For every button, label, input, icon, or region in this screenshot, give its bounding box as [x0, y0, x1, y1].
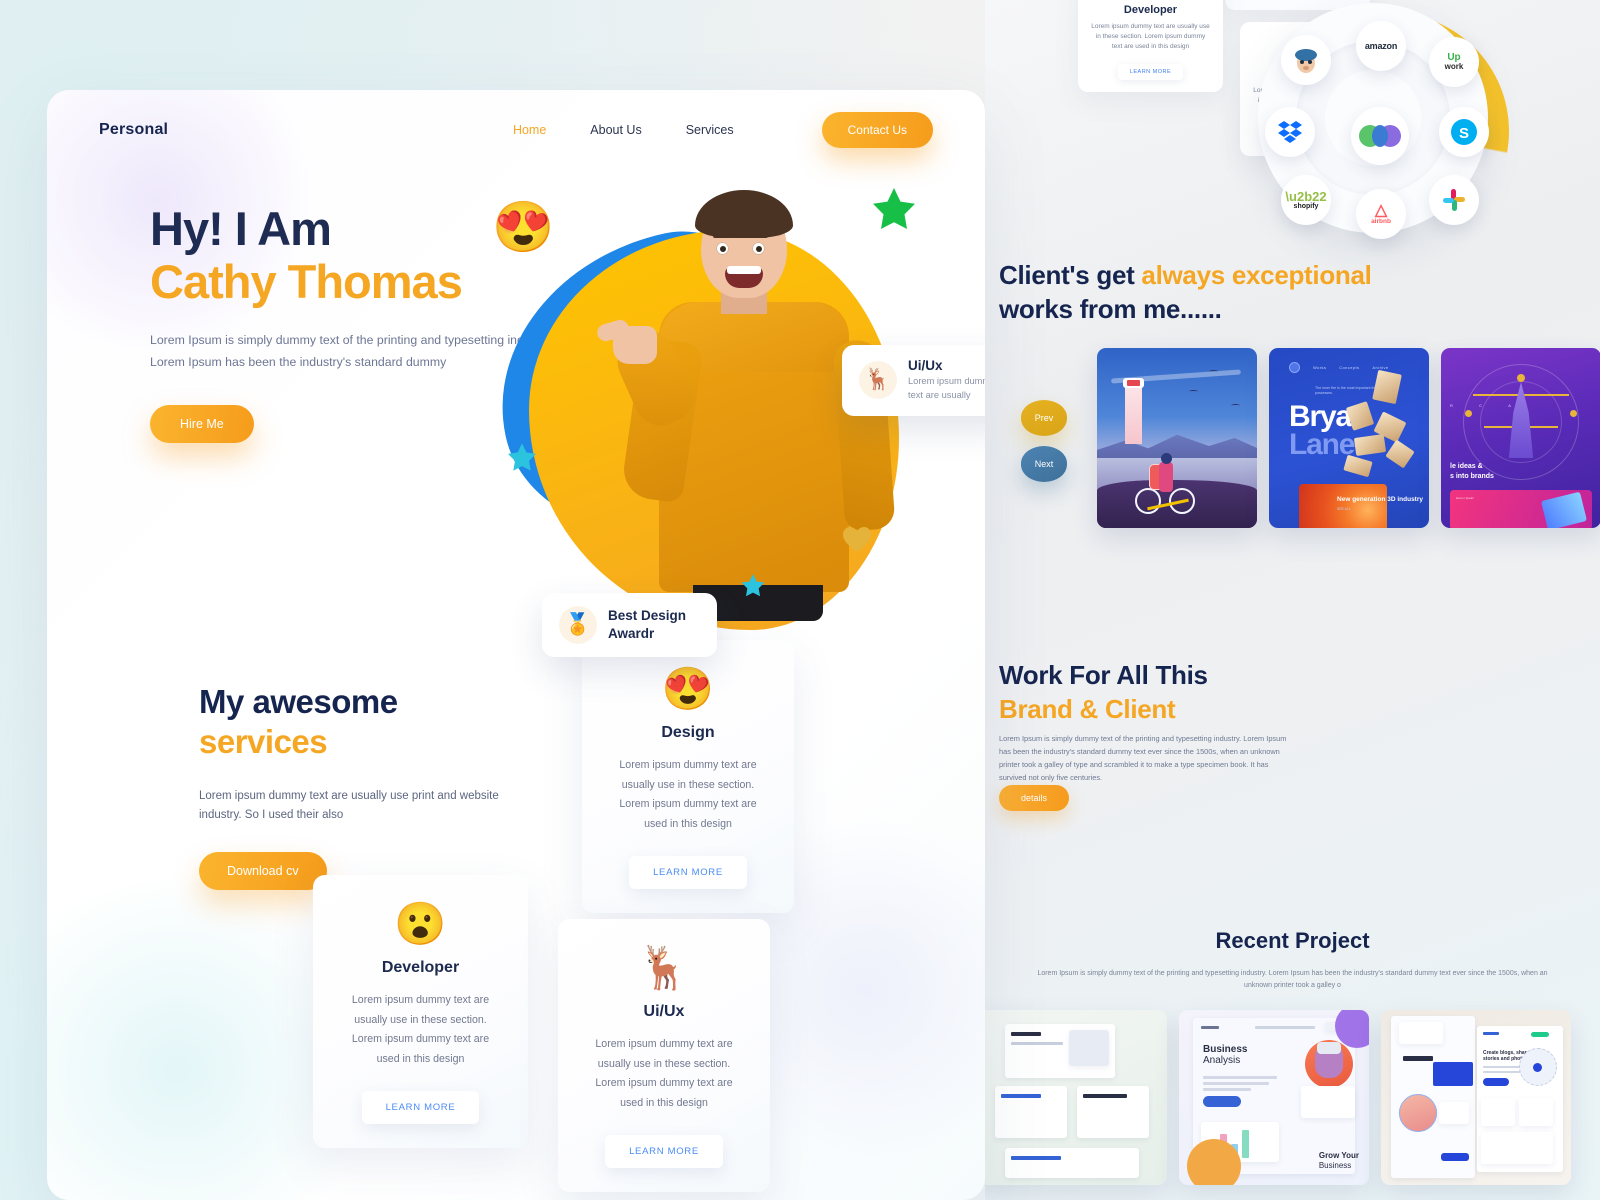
venn-circles-logo[interactable]: [1351, 107, 1409, 165]
project-card-business-analysis[interactable]: Business Analysis Grow Your Business: [1179, 1010, 1369, 1185]
download-cv-button[interactable]: Download cv: [199, 852, 327, 891]
services-heading: My awesome services: [199, 682, 509, 763]
carousel-prev-button[interactable]: Prev: [1021, 400, 1067, 436]
dropbox-logo[interactable]: [1265, 107, 1315, 157]
service-card-learn-more-button[interactable]: LEARN MORE: [629, 856, 747, 890]
reindeer-emoji-icon: 🦌: [859, 361, 897, 400]
brand-paragraph: Lorem Ipsum is simply dummy text of the …: [999, 734, 1287, 782]
amazon-logo[interactable]: amazon: [1356, 21, 1406, 71]
hero-badge-award-title: Best Design Awardr: [608, 607, 687, 641]
right-preview-panel: 😮 Developer Lorem ipsum dummy text are u…: [985, 0, 1600, 1200]
service-card-desc: Lorem ipsum dummy text are usually use i…: [595, 1038, 733, 1109]
top-card-desc: Lorem ipsum dummy text are usually use i…: [1091, 23, 1210, 50]
svg-text:S: S: [1459, 125, 1469, 142]
hero-badge-uiux[interactable]: 🦌 Ui/Ux Lorem ipsum dummy text are usual…: [842, 345, 985, 416]
hero-badge-award[interactable]: 🏅 Best Design Awardr: [542, 593, 717, 657]
contact-us-button[interactable]: Contact Us: [821, 112, 933, 148]
slide-subtitle: s into brands: [1450, 473, 1494, 481]
nav-item-home[interactable]: Home: [513, 123, 546, 137]
slack-logo[interactable]: [1429, 175, 1479, 225]
portfolio-carousel[interactable]: Works Concepts Archive The inner fire is t…: [1097, 348, 1600, 528]
santa-heart-eyes-emoji-icon: 😍: [492, 199, 555, 255]
service-card-title: Ui/Ux: [643, 1003, 685, 1020]
services-text-block: My awesome services Lorem ipsum dummy te…: [199, 682, 509, 891]
hero-badge-uiux-desc: Lorem ipsum dummy text are usually: [908, 376, 985, 400]
reindeer-emoji-icon: 🦌: [637, 944, 691, 991]
service-card-learn-more-button[interactable]: LEARN MORE: [361, 1091, 480, 1125]
clients-heading-pre: Client's get: [999, 260, 1142, 290]
project-card-create-blogs[interactable]: Create blogs, share stories and photos: [1381, 1010, 1571, 1185]
hero-artwork: 😍 🦌 Ui/Ux Lorem ipsum dummy text are usu…: [471, 180, 985, 700]
service-card-design[interactable]: 😍 Design Lorem ipsum dummy text are usua…: [582, 640, 794, 914]
main-page-card: Personal Home About Us Services Contact …: [47, 90, 985, 1200]
slide-caption: New generation 3D industry: [1337, 495, 1423, 503]
site-header: Personal Home About Us Services Contact …: [47, 112, 985, 148]
services-paragraph: Lorem ipsum dummy text are usually use p…: [199, 789, 499, 822]
recent-project-paragraph: Lorem Ipsum is simply dummy text of the …: [1037, 970, 1548, 990]
carousel-slide-brand-ideas[interactable]: R C A le ideas & s into brands lorem / ip…: [1441, 348, 1600, 528]
top-card-learn-more-button[interactable]: LEARN MORE: [1117, 64, 1184, 81]
slide-title: le ideas &: [1450, 463, 1483, 471]
medal-emoji-icon: 🏅: [559, 606, 597, 644]
brand-heading-line2: Brand & Client: [999, 694, 1176, 725]
page-root: 😮 Developer Lorem ipsum dummy text are u…: [0, 0, 1600, 1200]
carousel-slide-bryan-lane[interactable]: Works Concepts Archive The inner fire is t…: [1269, 348, 1429, 528]
hero-greeting: Hy! I Am: [150, 202, 332, 255]
heart-eyes-santa-emoji-icon: 😍: [661, 665, 715, 712]
service-card-learn-more-button[interactable]: LEARN MORE: [605, 1135, 723, 1169]
service-card-desc: Lorem ipsum dummy text are usually use i…: [351, 994, 490, 1065]
top-partial-card-developer[interactable]: 😮 Developer Lorem ipsum dummy text are u…: [1078, 0, 1223, 93]
recent-project-heading: Recent Project: [1215, 928, 1370, 953]
mailchimp-logo[interactable]: [1281, 35, 1331, 85]
upwork-logo[interactable]: Up work: [1429, 37, 1479, 87]
portrait-illustration: [595, 190, 896, 650]
service-card-developer[interactable]: 😮 Developer Lorem ipsum dummy text are u…: [313, 875, 528, 1149]
service-card-desc: Lorem ipsum dummy text are usually use i…: [619, 759, 757, 830]
service-card-title: Developer: [381, 959, 460, 976]
project-card-team-services[interactable]: [985, 1010, 1167, 1185]
brand-heading-line1: Work For All This: [999, 660, 1208, 690]
top-card-title: Developer: [1123, 4, 1178, 16]
nav-item-services[interactable]: Services: [686, 123, 734, 137]
slide-caption-sub: SEE ALL: [1337, 507, 1351, 512]
services-heading-line1: My awesome: [199, 683, 398, 720]
headphone-emoji-icon: 😮: [394, 900, 447, 947]
brand-logo-cluster: amazon Up work S \u2b22 shopify △ airbnb: [1253, 0, 1513, 275]
recent-project-gallery: Business Analysis Grow Your Business Cre…: [985, 1010, 1571, 1185]
service-card-uiux[interactable]: 🦌 Ui/Ux Lorem ipsum dummy text are usual…: [558, 919, 770, 1193]
site-logo[interactable]: Personal: [99, 121, 168, 139]
skype-logo[interactable]: S: [1439, 107, 1489, 157]
service-card-title: Design: [661, 724, 715, 741]
hero-badge-uiux-title: Ui/Ux: [908, 358, 943, 373]
brand-details-button[interactable]: details: [999, 785, 1070, 811]
shopify-logo[interactable]: \u2b22 shopify: [1281, 175, 1331, 225]
brand-heading: Work For All This Brand & Client: [999, 658, 1299, 727]
carousel-next-button[interactable]: Next: [1021, 446, 1067, 482]
carousel-nav: Prev Next: [1021, 400, 1067, 492]
carousel-slide-lighthouse[interactable]: [1097, 348, 1257, 528]
airbnb-logo[interactable]: △ airbnb: [1356, 189, 1406, 239]
services-heading-line2: services: [199, 723, 328, 761]
hire-me-button[interactable]: Hire Me: [150, 405, 254, 444]
nav-item-about-us[interactable]: About Us: [590, 123, 641, 137]
main-nav: Home About Us Services Contact Us: [513, 112, 933, 148]
clients-heading-post: works from me......: [999, 294, 1222, 325]
